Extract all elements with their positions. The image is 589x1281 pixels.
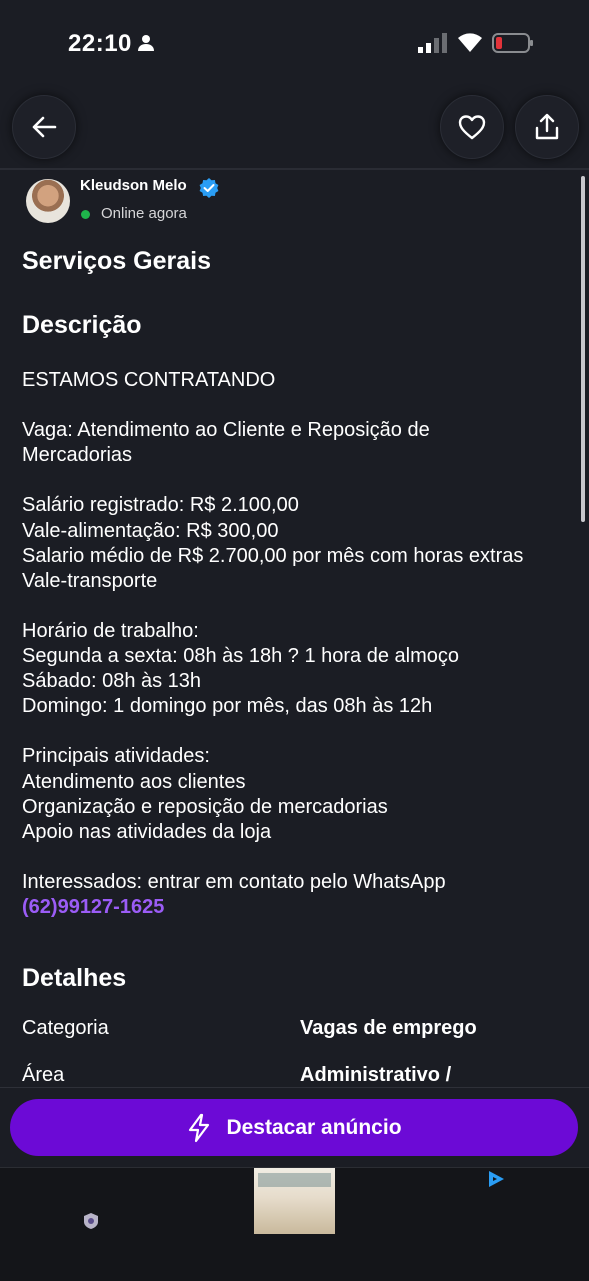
description-line: Interessados: entrar em contato pelo Wha… xyxy=(22,870,446,893)
favorite-button[interactable] xyxy=(440,95,504,159)
ad-image[interactable] xyxy=(254,1168,335,1234)
description-line: Apoio nas atividades da loja xyxy=(22,820,272,843)
whatsapp-phone-link[interactable]: (62)99127-1625 xyxy=(22,895,577,920)
description-line: Organização e reposição de mercadorias xyxy=(22,795,388,818)
description-body: ESTAMOS CONTRATANDO Vaga: Atendimento ao… xyxy=(22,368,577,920)
description-line: ESTAMOS CONTRATANDO xyxy=(22,369,276,391)
description-line: Principais atividades: xyxy=(22,745,210,768)
description-line: Vaga: Atendimento ao Cliente e Reposição… xyxy=(22,419,430,442)
seller-status: Online agora xyxy=(101,205,187,222)
description-line: Vale-alimentação: R$ 300,00 xyxy=(22,519,279,542)
details-heading: Detalhes xyxy=(22,964,127,992)
ad-image-caption-block xyxy=(258,1173,331,1187)
share-button[interactable] xyxy=(515,95,579,159)
detail-label-area: Área xyxy=(22,1064,65,1086)
highlight-ad-label: Destacar anúncio xyxy=(226,1115,402,1139)
description-line: Mercadorias xyxy=(22,444,133,467)
signal-icon xyxy=(418,33,447,53)
ad-logo-icon xyxy=(84,1213,98,1229)
share-icon xyxy=(535,113,559,140)
detail-value-category: Vagas de emprego xyxy=(300,1017,477,1039)
description-line: Salario médio de R$ 2.700,00 por mês com… xyxy=(22,544,524,567)
header-divider xyxy=(0,168,589,170)
back-button[interactable] xyxy=(12,95,76,159)
heart-icon xyxy=(458,115,486,140)
status-bar: 22:10 xyxy=(0,0,589,80)
battery-icon xyxy=(492,33,533,53)
seller-avatar[interactable] xyxy=(26,179,70,223)
detail-label-category: Categoria xyxy=(22,1017,109,1039)
description-line: Domingo: 1 domingo por mês, das 08h às 1… xyxy=(22,695,433,718)
description-heading: Descrição xyxy=(22,311,142,339)
description-line: Sábado: 08h às 13h xyxy=(22,670,202,693)
description-line: Salário registrado: R$ 2.100,00 xyxy=(22,494,299,517)
listing-title: Serviços Gerais xyxy=(22,247,212,275)
wifi-icon xyxy=(458,33,482,52)
verified-badge-icon xyxy=(199,178,219,198)
scrollbar[interactable] xyxy=(581,176,585,522)
status-time: 22:10 xyxy=(68,30,132,57)
ad-choices-icon[interactable] xyxy=(485,1168,507,1190)
description-line: Horário de trabalho: xyxy=(22,619,199,642)
highlight-ad-button[interactable]: Destacar anúncio xyxy=(10,1099,578,1156)
description-line: Segunda a sexta: 08h às 18h ? 1 hora de … xyxy=(22,645,459,668)
seller-name[interactable]: Kleudson Melo xyxy=(80,177,187,194)
description-line: Atendimento aos clientes xyxy=(22,770,246,793)
back-arrow-icon xyxy=(32,116,57,138)
lightning-icon xyxy=(189,1113,210,1142)
online-indicator xyxy=(81,210,90,219)
person-icon xyxy=(138,35,154,51)
detail-value-area: Administrativo / xyxy=(300,1064,452,1086)
description-line: Vale-transporte xyxy=(22,569,158,592)
